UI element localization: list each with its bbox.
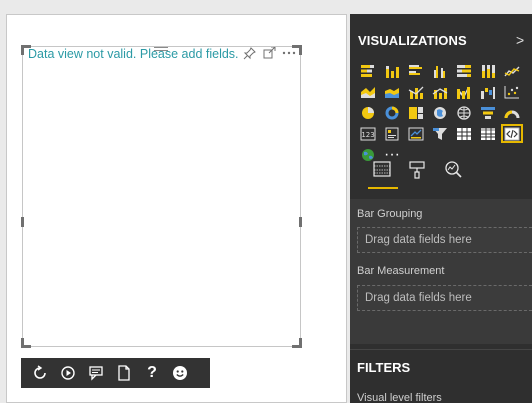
field-wells-section: Bar Grouping Drag data fields here Bar M… bbox=[350, 199, 532, 344]
custom-visual-container[interactable]: Data view not valid. Please add fields. bbox=[21, 45, 302, 348]
well-drop-zone-bar-measurement[interactable]: Drag data fields here bbox=[357, 285, 532, 311]
pin-icon[interactable] bbox=[242, 46, 256, 60]
svg-text:123: 123 bbox=[361, 131, 374, 139]
kpi-icon[interactable] bbox=[405, 124, 427, 143]
ribbon-chart-icon[interactable] bbox=[453, 82, 475, 101]
well-label-bar-measurement: Bar Measurement bbox=[357, 265, 445, 277]
matrix-icon[interactable] bbox=[477, 124, 499, 143]
slicer-icon[interactable] bbox=[429, 124, 451, 143]
format-tab[interactable] bbox=[402, 161, 432, 185]
resize-handle-bottom-left[interactable] bbox=[21, 338, 31, 348]
more-options-icon[interactable] bbox=[282, 46, 296, 60]
stacked-area-icon[interactable] bbox=[381, 82, 403, 101]
visual-level-filters-label: Visual level filters bbox=[357, 392, 442, 403]
pie-chart-icon[interactable] bbox=[357, 103, 379, 122]
active-tab-indicator bbox=[368, 187, 398, 189]
scatter-icon[interactable] bbox=[501, 82, 523, 101]
analytics-tab[interactable] bbox=[438, 161, 468, 185]
visualizations-pane: VISUALIZATIONS > 123 ··· Bar Grouping Dr… bbox=[350, 14, 532, 403]
focus-mode-icon[interactable] bbox=[262, 46, 276, 60]
help-icon[interactable]: ? bbox=[142, 363, 162, 383]
filters-header[interactable]: FILTERS bbox=[357, 360, 410, 375]
visual-header bbox=[242, 45, 296, 61]
funnel-icon[interactable] bbox=[477, 103, 499, 122]
visual-error-message: Data view not valid. Please add fields. bbox=[28, 47, 239, 61]
waterfall-icon[interactable] bbox=[477, 82, 499, 101]
line-chart-icon[interactable] bbox=[501, 61, 523, 80]
treemap-icon[interactable] bbox=[405, 103, 427, 122]
map-icon[interactable] bbox=[429, 103, 451, 122]
collapse-pane-icon[interactable]: > bbox=[516, 32, 524, 48]
more-visuals-label: ··· bbox=[384, 145, 400, 163]
comment-icon[interactable] bbox=[86, 363, 106, 383]
custom-visual-icon[interactable] bbox=[501, 124, 523, 143]
table-icon[interactable] bbox=[453, 124, 475, 143]
resize-handle-left[interactable] bbox=[21, 217, 24, 227]
card-icon[interactable]: 123 bbox=[357, 124, 379, 143]
pane-tabs bbox=[350, 161, 532, 189]
stacked-bar-icon[interactable] bbox=[357, 61, 379, 80]
gauge-icon[interactable] bbox=[501, 103, 523, 122]
100-stacked-bar-icon[interactable] bbox=[453, 61, 475, 80]
well-drop-zone-bar-grouping[interactable]: Drag data fields here bbox=[357, 227, 532, 253]
new-page-icon[interactable] bbox=[114, 363, 134, 383]
report-canvas: Data view not valid. Please add fields. … bbox=[0, 0, 350, 403]
help-label: ? bbox=[147, 364, 157, 381]
line-column-icon[interactable] bbox=[405, 82, 427, 101]
visual-debug-toolbar: ? bbox=[21, 358, 210, 388]
resize-handle-bottom-right[interactable] bbox=[292, 338, 302, 348]
well-label-bar-grouping: Bar Grouping bbox=[357, 208, 423, 220]
resize-handle-right[interactable] bbox=[299, 217, 302, 227]
visualizations-header: VISUALIZATIONS bbox=[358, 33, 467, 48]
stacked-column-icon[interactable] bbox=[381, 61, 403, 80]
area-chart-icon[interactable] bbox=[357, 82, 379, 101]
multi-row-card-icon[interactable] bbox=[381, 124, 403, 143]
visualization-gallery: 123 ··· bbox=[357, 61, 532, 165]
clustered-bar-icon[interactable] bbox=[405, 61, 427, 80]
play-icon[interactable] bbox=[58, 363, 78, 383]
clustered-column-icon[interactable] bbox=[429, 61, 451, 80]
filled-map-icon[interactable] bbox=[453, 103, 475, 122]
refresh-icon[interactable] bbox=[30, 363, 50, 383]
donut-chart-icon[interactable] bbox=[381, 103, 403, 122]
smiley-icon[interactable] bbox=[170, 363, 190, 383]
fields-tab[interactable] bbox=[367, 161, 397, 185]
line-stacked-column-icon[interactable] bbox=[429, 82, 451, 101]
100-stacked-column-icon[interactable] bbox=[477, 61, 499, 80]
